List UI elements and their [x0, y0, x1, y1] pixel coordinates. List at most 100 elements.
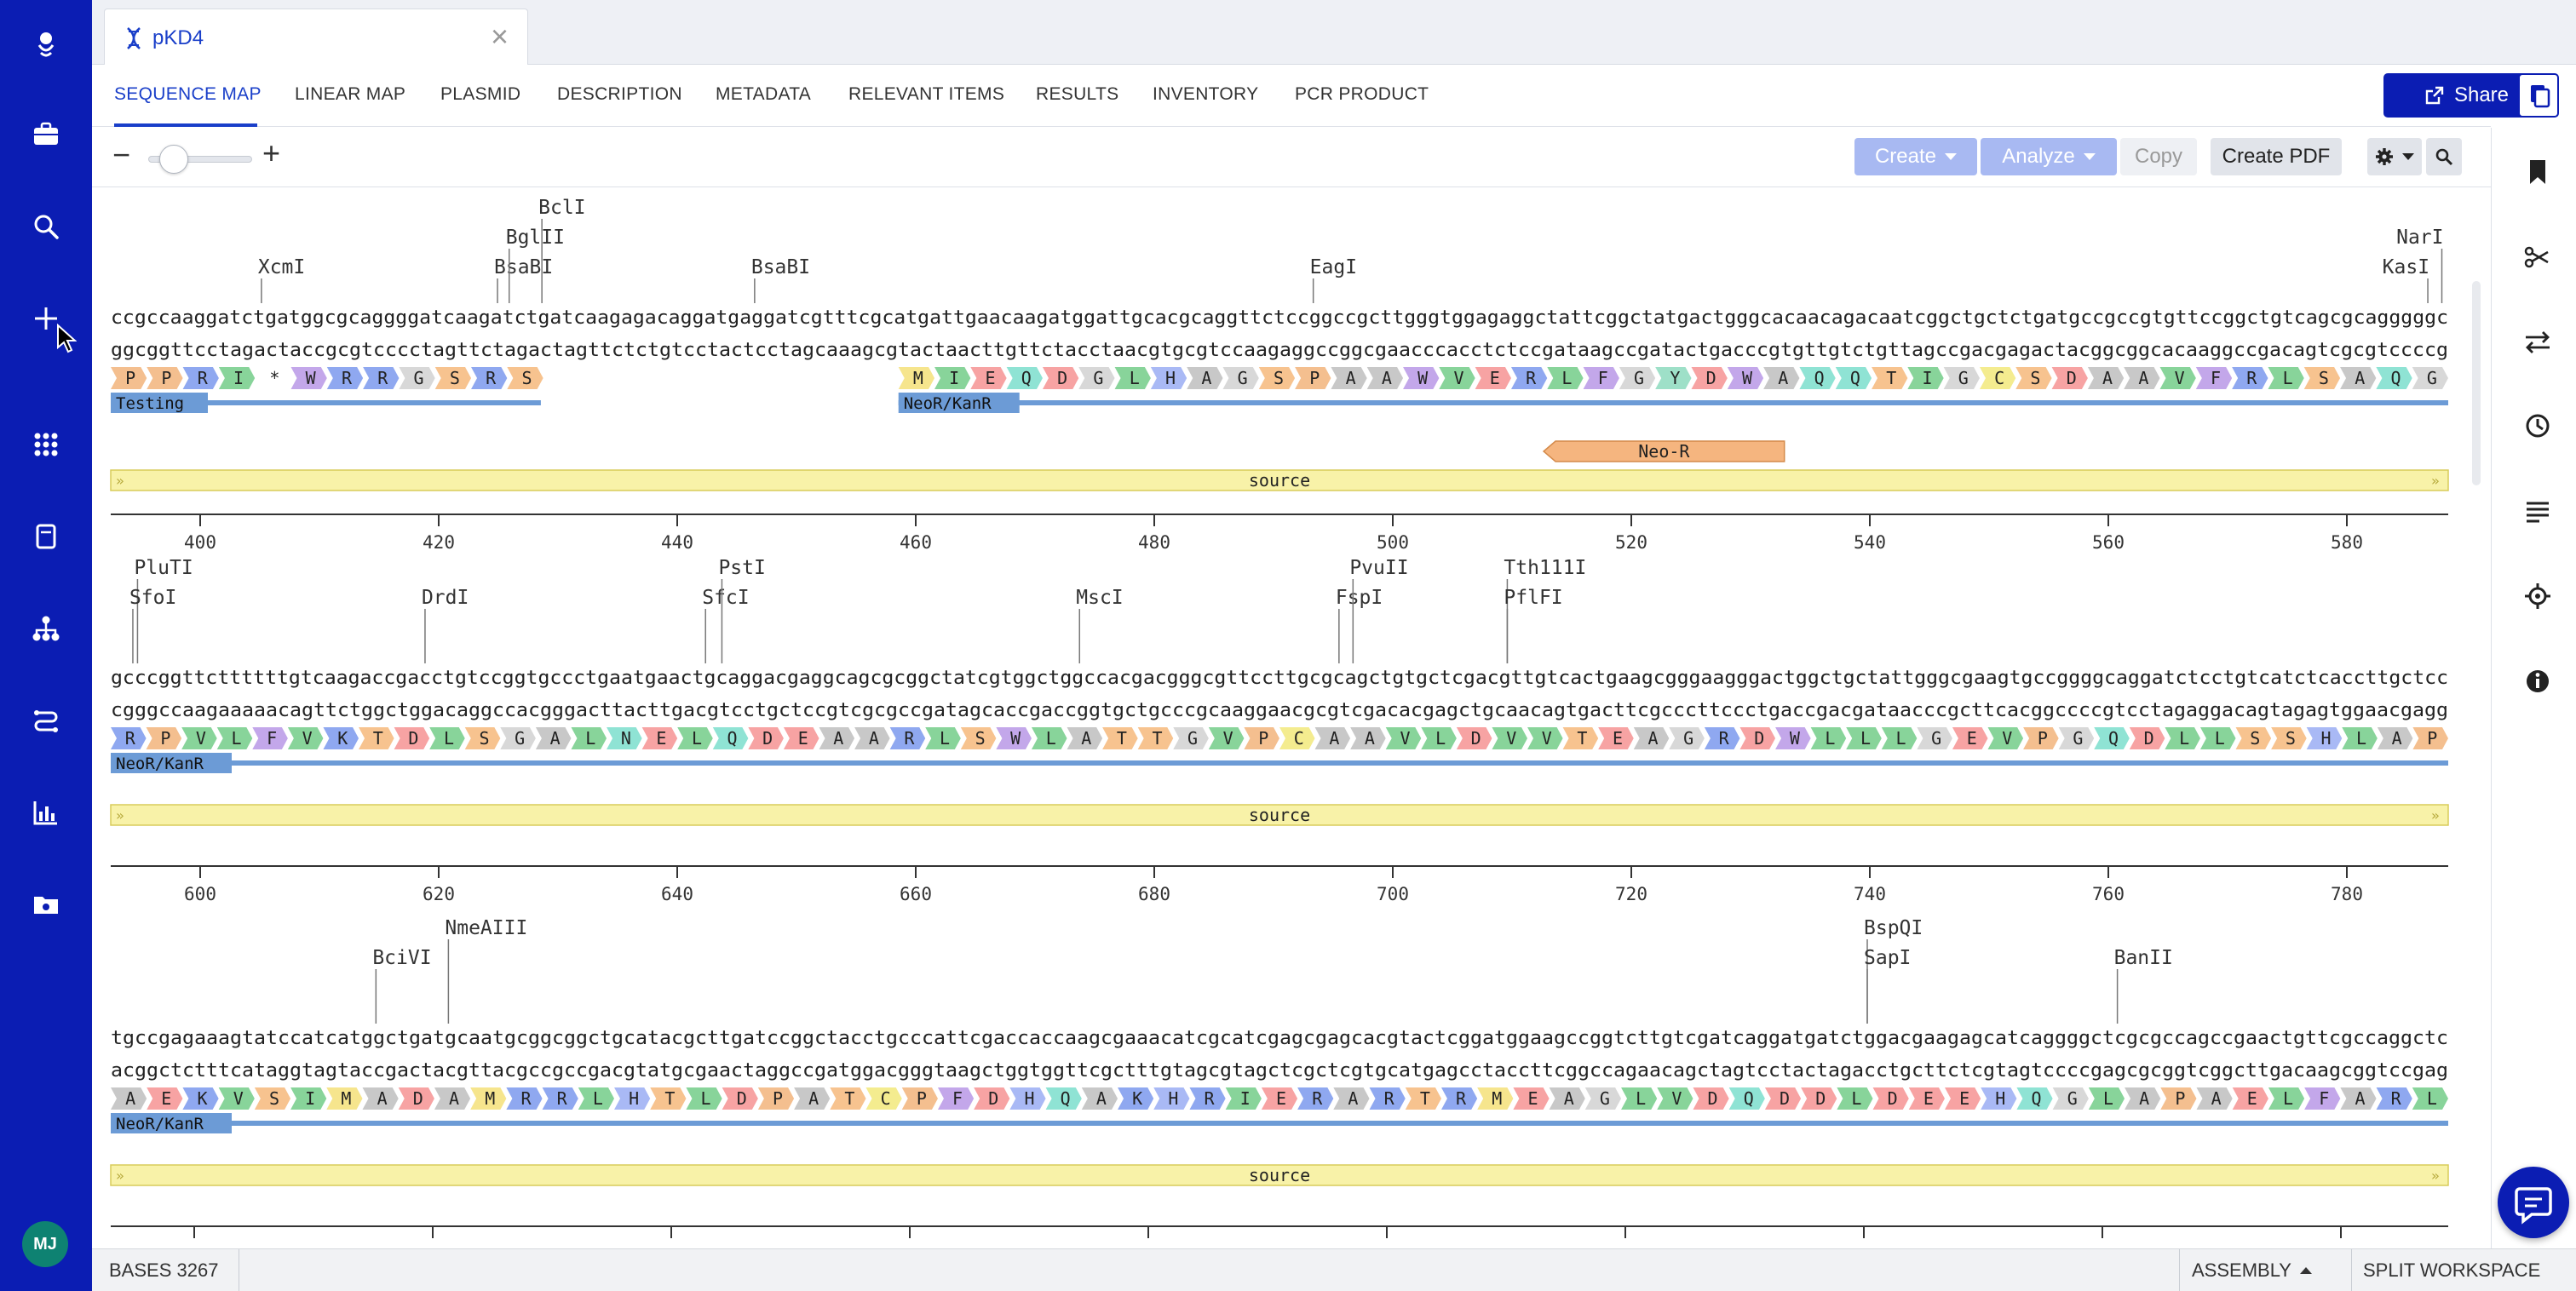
ruler-tick-label: 540	[1854, 532, 1886, 553]
split-workspace-button[interactable]: SPLIT WORKSPACE	[2363, 1259, 2540, 1282]
sequence-map-canvas[interactable]: XcmI BsaBI BglII BclI BsaBI EagI NarI KasI ccgcc…	[92, 188, 2482, 1248]
duplicate-icon	[2531, 85, 2550, 108]
tab-linear-map[interactable]: LINEAR MAP	[295, 84, 405, 105]
enzyme-label[interactable]: BsaBI	[494, 256, 553, 278]
enzyme-label[interactable]: BglII	[506, 227, 565, 249]
amino-acid-letter: V	[1453, 368, 1463, 388]
document-tab[interactable]: pKD4 ×	[104, 9, 528, 65]
enzyme-label[interactable]: EagI	[1310, 256, 1357, 278]
enzyme-label[interactable]: MscI	[1076, 587, 1123, 609]
zoom-out-button[interactable]: −	[112, 140, 130, 170]
ruler-tick-label: 440	[661, 532, 693, 553]
tab-results[interactable]: RESULTS	[1036, 84, 1118, 105]
enzyme-label[interactable]: DrdI	[422, 587, 469, 609]
logo-icon[interactable]	[20, 19, 72, 70]
vertical-scrollbar[interactable]	[2472, 281, 2481, 485]
text-lines-icon[interactable]	[2522, 496, 2553, 526]
feature-label[interactable]: NeoR/KanR	[904, 394, 992, 413]
workflow-icon[interactable]	[20, 695, 72, 746]
avatar[interactable]: MJ	[22, 1221, 68, 1267]
zoom-in-button[interactable]: +	[262, 138, 280, 169]
enzyme-label[interactable]: BsaBI	[751, 256, 810, 278]
document-title: pKD4	[152, 26, 204, 49]
enzyme-label[interactable]: KasI	[2383, 256, 2429, 278]
enzyme-label[interactable]: PstI	[718, 557, 765, 579]
amino-acid-letter: R	[904, 728, 915, 749]
amino-acid-letter: P	[1309, 368, 1320, 388]
ruler-tick-label: 420	[423, 532, 455, 553]
enzyme-label[interactable]: NmeAIII	[445, 917, 527, 939]
amino-acid-letter: A	[550, 728, 561, 749]
history-icon[interactable]	[2522, 410, 2553, 441]
tab-plasmid[interactable]: PLASMID	[440, 84, 520, 105]
tab-description[interactable]: DESCRIPTION	[557, 84, 682, 105]
enzyme-label[interactable]: PvuII	[1349, 557, 1408, 579]
sequence-map-viewer[interactable]: XcmI BsaBI BglII BclI BsaBI EagI NarI KasI ccgcc…	[92, 188, 2482, 1248]
enzyme-label[interactable]: SfoI	[129, 587, 176, 609]
amino-acid-letter: S	[975, 728, 986, 749]
enzyme-label[interactable]: BanII	[2114, 947, 2173, 969]
search-icon[interactable]	[20, 201, 72, 252]
close-tab-icon[interactable]: ×	[491, 21, 509, 52]
amino-acid-letter: L	[585, 728, 595, 749]
assembly-toggle[interactable]: ASSEMBLY	[2192, 1259, 2312, 1282]
tab-sequence-map[interactable]: SEQUENCE MAP	[114, 84, 262, 105]
create-dropdown-button[interactable]: Create	[1854, 138, 1977, 175]
settings-dropdown-button[interactable]	[2367, 138, 2422, 175]
amino-acid-letter: T	[664, 1088, 675, 1109]
ruler-tick-label: 460	[900, 532, 932, 553]
notebook-icon[interactable]	[20, 511, 72, 562]
tab-metadata[interactable]: METADATA	[716, 84, 811, 105]
analyze-dropdown-button[interactable]: Analyze	[1981, 138, 2117, 175]
enzyme-label[interactable]: FspI	[1336, 587, 1383, 609]
briefcase-icon[interactable]	[20, 109, 72, 160]
swap-icon[interactable]	[2522, 327, 2553, 358]
enzyme-label[interactable]: SfcI	[702, 587, 749, 609]
enzyme-label[interactable]: BciVI	[372, 947, 431, 969]
amino-acid-letter: V	[302, 728, 313, 749]
tab-inventory[interactable]: INVENTORY	[1153, 84, 1258, 105]
enzyme-label[interactable]: SapI	[1864, 947, 1911, 969]
amino-acid-letter: I	[233, 368, 244, 388]
amino-acid-letter: Q	[1744, 1088, 1754, 1109]
amino-acid-letter: A	[2211, 1088, 2222, 1109]
target-icon[interactable]	[2522, 581, 2553, 611]
hierarchy-icon[interactable]	[20, 603, 72, 654]
create-pdf-button[interactable]: Create PDF	[2211, 138, 2342, 175]
copy-button[interactable]: Copy	[2120, 138, 2197, 175]
ruler-tick-label: 500	[1377, 532, 1409, 553]
bookmark-icon[interactable]	[2522, 157, 2553, 187]
feature-bar	[898, 400, 2448, 405]
ruler-tick-label: 740	[1854, 884, 1886, 904]
folder-icon[interactable]	[20, 879, 72, 930]
enzyme-label[interactable]: NarI	[2396, 227, 2443, 249]
enzyme-label[interactable]: Tth111I	[1504, 557, 1586, 579]
amino-acid-letter: T	[1117, 728, 1127, 749]
tab-relevant-items[interactable]: RELEVANT ITEMS	[848, 84, 1004, 105]
duplicate-view-button[interactable]	[2518, 73, 2559, 118]
enzyme-label[interactable]: PflFI	[1504, 587, 1562, 609]
zoom-slider-handle[interactable]	[159, 145, 189, 174]
amino-acid-letter: L	[2103, 1088, 2113, 1109]
feature-label[interactable]: NeoR/KanR	[116, 755, 204, 773]
find-button[interactable]	[2426, 138, 2462, 175]
ruler-tick-label: 680	[1138, 884, 1170, 904]
amino-acid-letter: R	[377, 368, 388, 388]
ruler-tick-label: 640	[661, 884, 693, 904]
feature-label[interactable]: NeoR/KanR	[116, 1115, 204, 1133]
enzyme-label[interactable]: BspQI	[1864, 917, 1923, 939]
amino-acid-letter: D	[2144, 728, 2154, 749]
tab-pcr-product[interactable]: PCR PRODUCT	[1295, 84, 1429, 105]
feature-label[interactable]: Testing	[116, 394, 184, 413]
amino-acid-letter: R	[1526, 368, 1537, 388]
chart-icon[interactable]	[20, 787, 72, 838]
chat-support-button[interactable]	[2498, 1167, 2569, 1238]
apps-grid-icon[interactable]	[20, 419, 72, 470]
enzyme-label[interactable]: BclI	[538, 197, 585, 219]
enzyme-label[interactable]: PluTI	[134, 557, 193, 579]
enzyme-label[interactable]: XcmI	[258, 256, 305, 278]
amino-acid-letter: R	[486, 368, 497, 388]
scissors-icon[interactable]	[2522, 242, 2553, 273]
amino-acid-letter: S	[2286, 728, 2296, 749]
info-icon[interactable]	[2522, 666, 2553, 697]
